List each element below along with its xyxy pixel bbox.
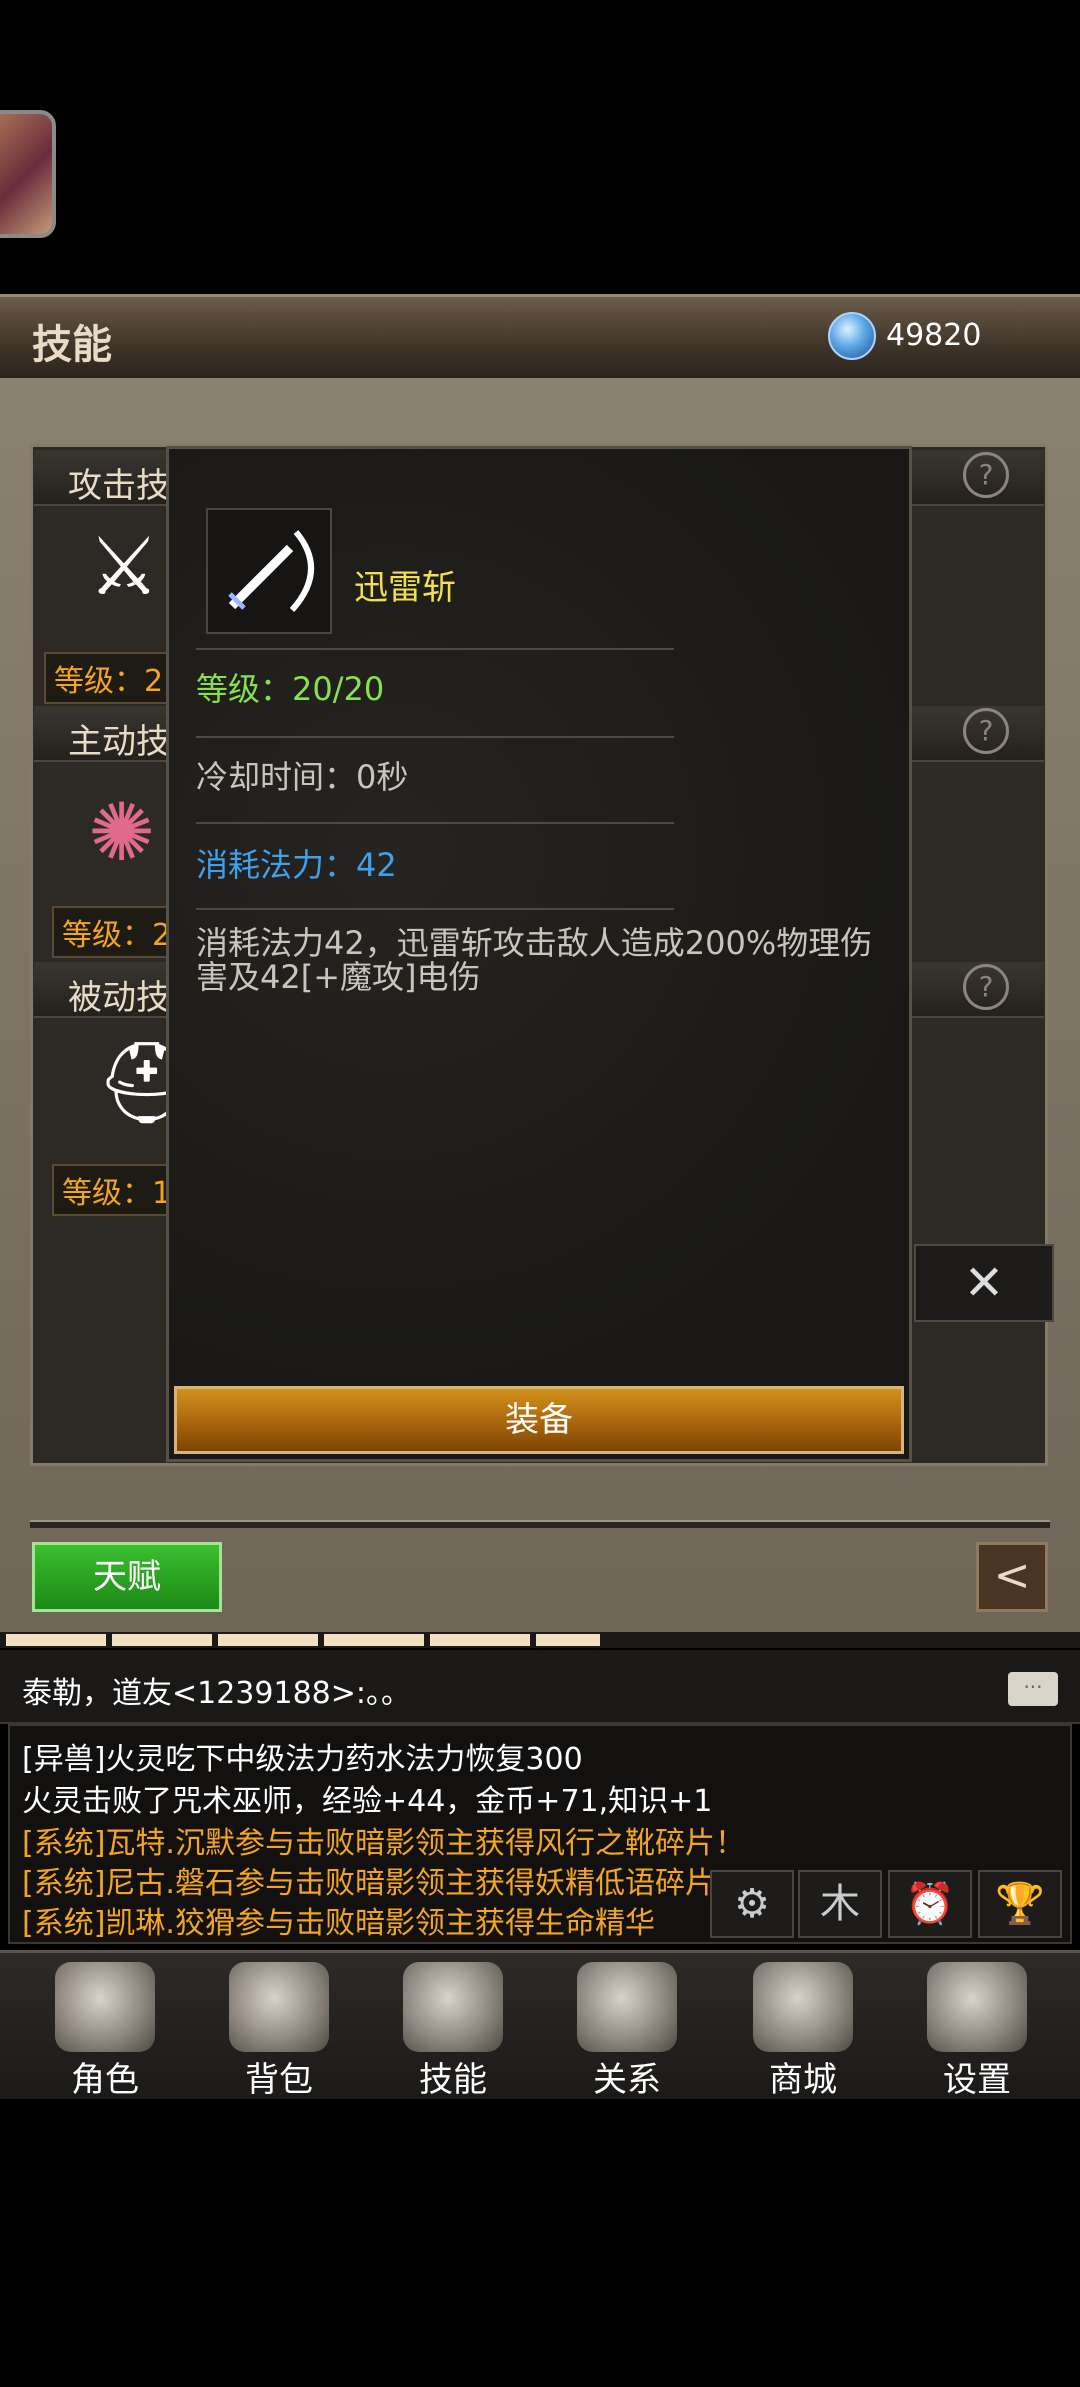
close-button[interactable]: ✕	[914, 1244, 1054, 1322]
xp-segment	[112, 1634, 212, 1646]
chat-latest-message[interactable]: 泰勒，道友<1239188>:。。	[22, 1668, 411, 1712]
equip-button[interactable]: 装备	[174, 1386, 904, 1454]
section-attack-label: 攻击技	[68, 466, 170, 506]
panel-divider	[30, 1520, 1050, 1528]
divider	[196, 736, 674, 738]
nav-label: 关系	[593, 2060, 661, 2100]
nav-label: 设置	[943, 2060, 1011, 2100]
chat-expand-icon[interactable]: ···	[1008, 1672, 1058, 1706]
divider	[196, 822, 674, 824]
backpack-icon	[229, 1962, 329, 2052]
nav-label: 背包	[245, 2060, 313, 2100]
nav-character[interactable]: 角色	[40, 1962, 170, 2100]
chat-line: [系统]凯琳.狡猾参与击败暗影领主获得生命精华	[22, 1906, 655, 1941]
skill-book-icon	[403, 1962, 503, 2052]
rune-skill-icon[interactable]: ✺	[88, 786, 155, 879]
coin-count: 49820	[886, 318, 982, 353]
section-active-label: 主动技	[68, 722, 170, 762]
xp-segment	[430, 1634, 530, 1646]
sword-skill-icon[interactable]: ⚔	[88, 520, 160, 613]
section-passive-label: 被动技	[68, 978, 170, 1018]
nav-label: 技能	[419, 2060, 487, 2100]
skill-level: 等级：2	[44, 652, 174, 704]
player-avatar[interactable]	[0, 110, 56, 238]
alarm-clock-icon[interactable]: ⏰	[888, 1870, 972, 1938]
xp-segment	[218, 1634, 318, 1646]
back-button[interactable]: <	[976, 1542, 1048, 1612]
help-icon[interactable]: ?	[963, 452, 1009, 498]
nav-settings[interactable]: 设置	[912, 1962, 1042, 2100]
skill-name: 迅雷斩	[354, 568, 456, 608]
sword-stand-icon[interactable]: 木	[798, 1870, 882, 1938]
diamond-coin-icon	[828, 312, 876, 360]
nav-backpack[interactable]: 背包	[214, 1962, 344, 2100]
chat-line: [异兽]火灵吃下中级法力药水法力恢复300	[22, 1742, 583, 1777]
mana-cost-text: 消耗法力：42	[196, 846, 397, 884]
helmet-icon	[55, 1962, 155, 2052]
handshake-icon	[577, 1962, 677, 2052]
xp-segment	[324, 1634, 424, 1646]
divider	[196, 648, 674, 650]
nav-label: 商城	[769, 2060, 837, 2100]
chat-line: 火灵击败了咒术巫师，经验+44，金币+71,知识+1	[22, 1784, 713, 1819]
nav-relations[interactable]: 关系	[562, 1962, 692, 2100]
xp-segment	[6, 1634, 106, 1646]
help-icon[interactable]: ?	[963, 708, 1009, 754]
nav-skills[interactable]: 技能	[388, 1962, 518, 2100]
skill-level-detail: 等级：20/20	[196, 670, 385, 708]
help-icon[interactable]: ?	[963, 964, 1009, 1010]
trophy-icon[interactable]: 🏆	[978, 1870, 1062, 1938]
cooldown-text: 冷却时间：0秒	[196, 758, 409, 796]
divider	[196, 908, 674, 910]
chat-line: [系统]尼古.磐石参与击败暗影领主获得妖精低语碎片！	[22, 1866, 745, 1901]
xp-segment	[536, 1634, 600, 1646]
chat-line: [系统]瓦特.沉默参与击败暗影领主获得风行之靴碎片！	[22, 1826, 745, 1861]
skill-level: 等级：2	[52, 906, 182, 958]
talent-button[interactable]: 天赋	[32, 1542, 222, 1612]
skill-level: 等级：1	[52, 1164, 182, 1216]
nav-label: 角色	[71, 2060, 139, 2100]
nav-shop[interactable]: 商城	[738, 1962, 868, 2100]
sword-icon	[206, 508, 332, 634]
skill-description: 消耗法力42，迅雷斩攻击敌人造成200%物理伤害及42[+魔攻]电伤	[196, 924, 873, 996]
page-title: 技能	[32, 322, 112, 368]
battle-gear-icon[interactable]: ⚙	[710, 1870, 794, 1938]
gear-icon	[927, 1962, 1027, 2052]
chest-icon	[753, 1962, 853, 2052]
